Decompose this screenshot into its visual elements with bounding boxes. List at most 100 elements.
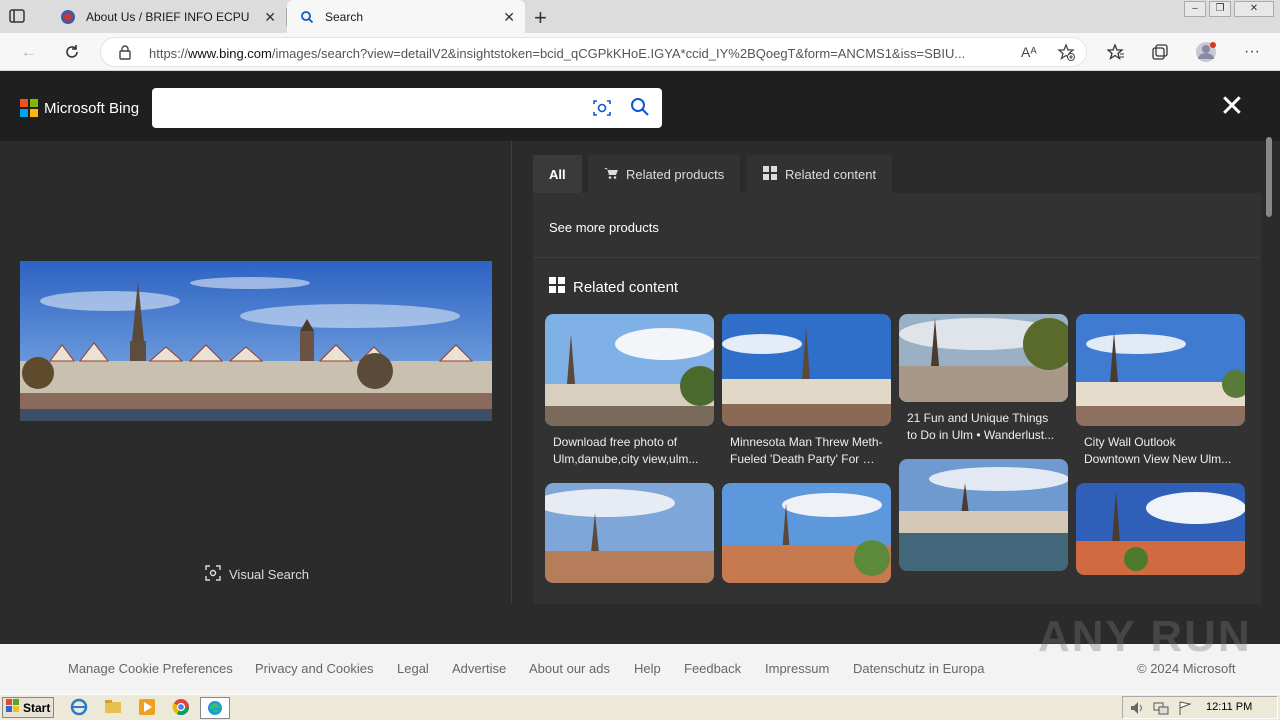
related-content-title: Related content	[573, 278, 679, 296]
tab-actions-icon[interactable]	[8, 7, 26, 25]
visual-search-camera-icon[interactable]	[592, 98, 612, 123]
footer-link-legal[interactable]: Legal	[397, 661, 429, 676]
tab-title: Search	[325, 9, 364, 24]
media-player-icon[interactable]	[138, 698, 158, 718]
windows-taskbar: Start 12:11 PM	[0, 694, 1280, 720]
footer-copyright: © 2024 Microsoft	[1137, 661, 1236, 676]
tab-close-icon[interactable]: ✕	[503, 9, 515, 26]
chrome-icon[interactable]	[172, 698, 192, 718]
card-caption-line: 21 Fun and Unique Things	[907, 411, 1049, 425]
footer-link-cookie-preferences[interactable]: Manage Cookie Preferences	[68, 661, 233, 676]
card-thumbnail	[722, 483, 891, 583]
folder-icon[interactable]	[104, 698, 124, 718]
profile-avatar[interactable]	[1195, 41, 1217, 63]
related-card[interactable]	[545, 483, 714, 583]
card-thumbnail	[1076, 314, 1245, 426]
close-overlay-icon[interactable]: ✕	[1217, 92, 1247, 122]
window-close-icon[interactable]: ✕	[1234, 1, 1274, 17]
related-card[interactable]: 21 Fun and Unique Things to Do in Ulm • …	[899, 314, 1068, 444]
bing-logo[interactable]: Microsoft Bing	[20, 99, 139, 117]
card-thumbnail	[545, 483, 714, 583]
start-button[interactable]: Start	[2, 697, 54, 718]
windows-logo-icon	[6, 699, 20, 716]
url-host: www.bing.com	[188, 46, 272, 61]
grid-icon	[763, 165, 777, 183]
start-label: Start	[23, 700, 51, 715]
refresh-icon[interactable]	[61, 41, 83, 63]
main-image-ulm-panorama[interactable]	[20, 261, 492, 421]
tab-all[interactable]: All	[533, 155, 582, 193]
card-caption: Download free photo of Ulm,danube,city v…	[545, 426, 714, 468]
card-caption: Minnesota Man Threw Meth- Fueled 'Death …	[722, 426, 891, 468]
related-card[interactable]: Minnesota Man Threw Meth- Fueled 'Death …	[722, 314, 891, 468]
card-caption-line: Minnesota Man Threw Meth-	[730, 435, 883, 449]
browser-tab-bar: About Us / BRIEF INFO ECPU ✕ Search ✕ + …	[0, 0, 1280, 33]
card-caption-line: City Wall Outlook	[1084, 435, 1176, 449]
bing-search-input[interactable]	[164, 98, 584, 118]
footer-link-impressum[interactable]: Impressum	[765, 661, 829, 676]
favorite-add-icon[interactable]	[1057, 43, 1075, 66]
collections-icon[interactable]	[1149, 41, 1171, 63]
bing-header: Microsoft Bing ✕	[0, 71, 1280, 141]
edge-taskbar-icon[interactable]	[200, 697, 230, 719]
related-card[interactable]	[722, 483, 891, 583]
new-tab-icon[interactable]: +	[534, 5, 547, 31]
shield-crest-icon	[60, 9, 76, 25]
image-preview-pane: Visual Search	[0, 141, 512, 604]
restore-icon[interactable]: ❐	[1209, 1, 1231, 17]
internet-explorer-icon[interactable]	[70, 698, 90, 718]
more-menu-icon[interactable]: ···	[1241, 41, 1263, 63]
related-card[interactable]: City Wall Outlook Downtown View New Ulm.…	[1076, 314, 1245, 468]
bing-search-box	[152, 88, 662, 128]
tab-title: About Us / BRIEF INFO ECPU	[86, 9, 250, 24]
back-arrow-icon[interactable]: ←	[18, 41, 40, 63]
lock-icon[interactable]	[118, 45, 132, 65]
footer-link-help[interactable]: Help	[634, 661, 661, 676]
footer-link-about-ads[interactable]: About our ads	[529, 661, 610, 676]
url-field[interactable]: https://www.bing.com/images/search?view=…	[100, 37, 1087, 67]
url-scheme: https://	[149, 46, 189, 61]
card-thumbnail	[722, 314, 891, 426]
tab-related-content[interactable]: Related content	[747, 155, 893, 193]
details-pane: All Related products Related content See…	[513, 141, 1280, 604]
related-content-heading: Related content	[549, 277, 678, 297]
tab-search[interactable]: Search ✕	[287, 0, 525, 33]
related-card[interactable]	[1076, 483, 1245, 575]
card-caption-line: Ulm,danube,city view,ulm...	[553, 452, 699, 466]
volume-icon[interactable]	[1129, 700, 1145, 721]
tab-about-us[interactable]: About Us / BRIEF INFO ECPU ✕	[48, 0, 287, 33]
flag-icon[interactable]	[1177, 700, 1193, 721]
details-panel-body: See more products Related content Downlo…	[533, 193, 1261, 604]
read-aloud-icon[interactable]: Aᴬ	[1021, 44, 1037, 60]
card-thumbnail	[1076, 483, 1245, 575]
tab-related-products-label: Related products	[626, 166, 725, 182]
tab-close-icon[interactable]: ✕	[264, 9, 276, 26]
favorites-icon[interactable]	[1105, 41, 1127, 63]
tab-related-products[interactable]: Related products	[588, 155, 741, 193]
tab-all-label: All	[549, 166, 566, 182]
card-caption-line: Fueled 'Death Party' For Hi...	[730, 452, 883, 466]
related-card[interactable]	[899, 459, 1068, 571]
details-scrollbar[interactable]	[1266, 137, 1272, 217]
footer-link-feedback[interactable]: Feedback	[684, 661, 741, 676]
url-text: https://www.bing.com/images/search?view=…	[149, 46, 1009, 61]
bing-image-detail-overlay: Microsoft Bing ✕ Visual Search All Relat…	[0, 71, 1280, 644]
card-thumbnail	[545, 314, 714, 426]
related-card[interactable]: Download free photo of Ulm,danube,city v…	[545, 314, 714, 468]
system-clock: 12:11 PM	[1206, 701, 1253, 713]
card-thumbnail	[899, 459, 1068, 571]
grid-icon	[549, 277, 565, 297]
search-icon[interactable]	[630, 97, 650, 122]
divider	[533, 257, 1261, 258]
network-icon[interactable]	[1153, 700, 1169, 721]
card-caption: City Wall Outlook Downtown View New Ulm.…	[1076, 426, 1245, 468]
minimize-icon[interactable]: ‒	[1184, 1, 1206, 17]
footer-link-datenschutz[interactable]: Datenschutz in Europa	[853, 661, 985, 676]
anyrun-watermark: ANY RUN	[1038, 612, 1252, 661]
visual-search-icon	[205, 565, 221, 584]
see-more-products-link[interactable]: See more products	[549, 220, 659, 235]
card-caption-line: Downtown View New Ulm...	[1084, 452, 1232, 466]
footer-link-privacy[interactable]: Privacy and Cookies	[255, 661, 374, 676]
footer-link-advertise[interactable]: Advertise	[452, 661, 506, 676]
visual-search-button[interactable]: Visual Search	[205, 565, 309, 584]
